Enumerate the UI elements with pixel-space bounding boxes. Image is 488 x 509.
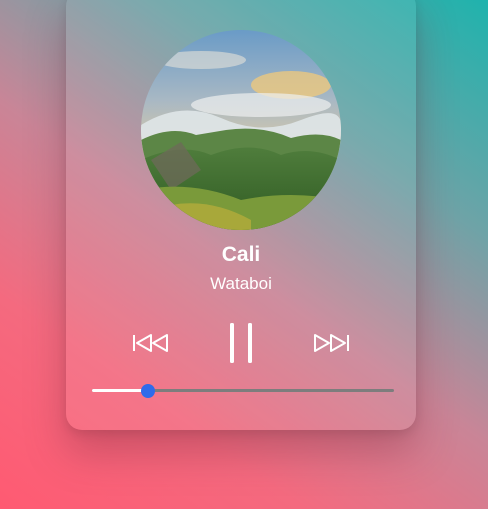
music-player-card: Cali Wataboi — [66, 0, 416, 430]
next-track-button[interactable] — [312, 333, 350, 353]
skip-forward-icon — [312, 333, 350, 353]
pause-button[interactable] — [228, 323, 254, 363]
previous-track-button[interactable] — [132, 333, 170, 353]
skip-back-icon — [132, 333, 170, 353]
progress-slider[interactable] — [92, 383, 394, 399]
pause-icon — [228, 323, 254, 363]
track-artist: Wataboi — [210, 274, 272, 293]
progress-thumb[interactable] — [140, 384, 155, 398]
album-art — [141, 30, 341, 230]
track-title: Cali — [221, 243, 261, 266]
progress-fill — [92, 389, 148, 392]
